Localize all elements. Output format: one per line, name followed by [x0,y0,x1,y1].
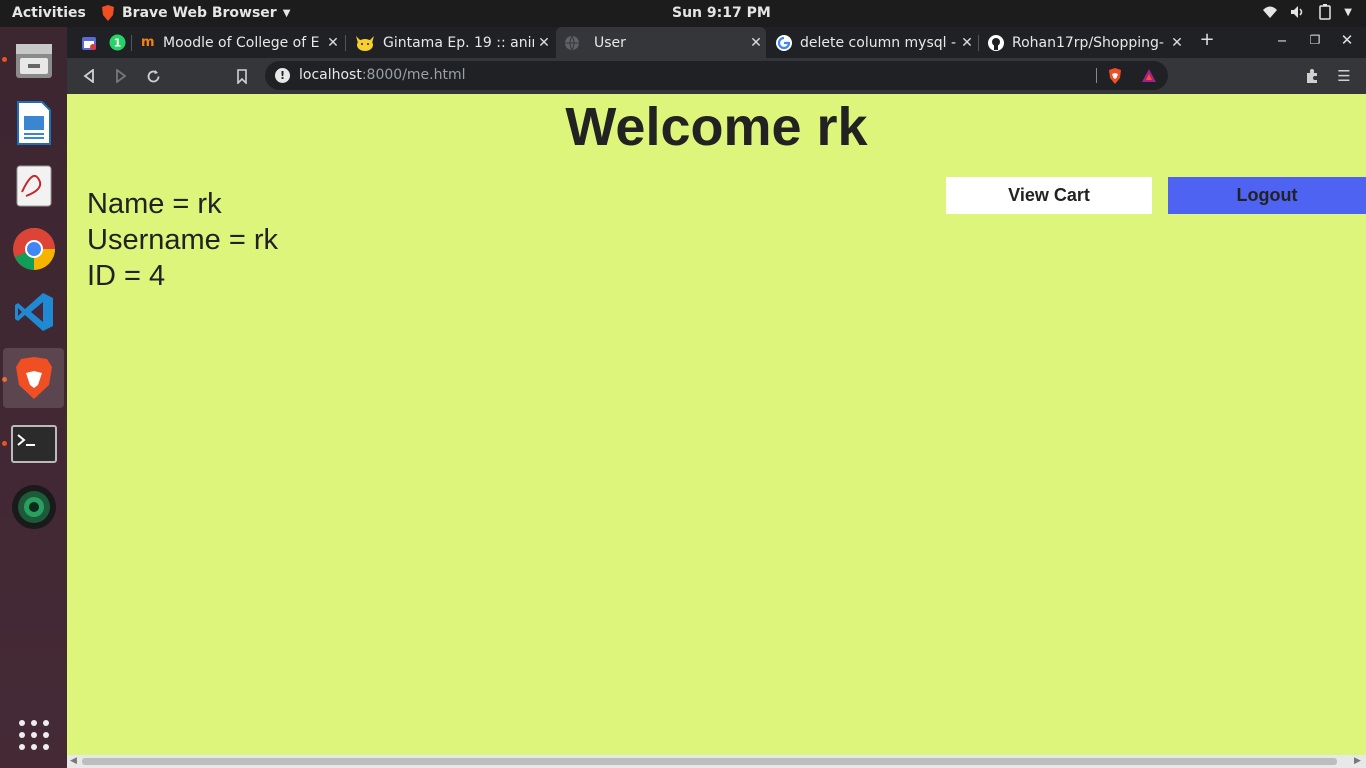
dock-document-viewer[interactable] [3,156,64,216]
camera-icon [11,485,56,529]
clock[interactable]: Sun 9:17 PM [672,5,771,21]
volume-icon [1291,6,1303,18]
url-path: :8000/me.html [361,67,466,83]
dock-vscode[interactable] [3,282,64,342]
app-grid-icon [18,720,49,750]
wifi-icon [1263,6,1278,18]
dock-camera[interactable] [3,477,64,537]
browser-window: 1 m Moodle of College of E ✕ Gintama Ep.… [67,27,1366,768]
files-icon [15,44,52,78]
scrollbar-thumb[interactable] [82,758,1337,765]
tab-pinned-whatsapp[interactable]: 1 [101,27,127,58]
tab-title: Moodle of College of E [163,34,320,51]
close-icon[interactable]: ✕ [746,35,766,51]
browser-toolbar: ! localhost:8000/me.html ☰ [67,58,1366,94]
back-arrow-icon [83,69,94,83]
menu-button[interactable]: ☰ [1332,64,1356,88]
app-menu-label: Brave Web Browser [122,5,277,21]
bookmark-button[interactable] [230,64,254,88]
whatsapp-icon: 1 [109,34,126,51]
address-bar[interactable]: ! localhost:8000/me.html [265,61,1168,90]
puzzle-icon [1306,68,1317,83]
brave-icon [102,5,114,21]
app-menu[interactable]: Brave Web Browser ▼ [100,4,290,22]
close-icon[interactable]: ✕ [957,35,977,51]
pikachu-icon [356,35,374,51]
maximize-button[interactable]: ❐ [1300,33,1330,47]
tab-title: Gintama Ep. 19 :: anime [383,34,534,51]
logout-button[interactable]: Logout [1168,177,1366,214]
hamburger-icon: ☰ [1337,67,1351,85]
moodle-icon: m [141,35,155,50]
bookmark-icon [237,68,247,84]
tab-pinned-calendar[interactable] [73,27,99,58]
tab-title: delete column mysql - G [800,34,957,51]
reload-icon [147,69,159,82]
new-tab-button[interactable]: + [1192,29,1222,50]
scroll-left-arrow-icon[interactable]: ◀ [70,756,77,766]
page-title: Welcome rk [565,97,868,157]
id-line: ID = 4 [87,260,166,292]
globe-icon [565,35,579,51]
vscode-icon [14,293,53,331]
extensions-button[interactable] [1300,64,1324,88]
system-tray[interactable]: ▼ [1262,4,1352,20]
dock [0,27,67,768]
tab-user[interactable]: User ✕ [556,27,766,58]
horizontal-scrollbar[interactable]: ◀ ▶ [67,755,1366,768]
brave-icon [15,357,52,399]
forward-button[interactable] [109,64,133,88]
minimize-button[interactable]: ‒ [1267,31,1297,49]
tab-gintama[interactable]: Gintama Ep. 19 :: anime ✕ [347,27,554,58]
evince-icon [16,165,51,207]
user-info: Name = rk Username = rk ID = 4 [87,186,278,294]
activities-button[interactable]: Activities [12,5,86,21]
dock-files[interactable] [3,30,64,90]
tab-separator [131,35,132,51]
brave-shields-icon[interactable] [1107,67,1123,85]
whatsapp-badge: 1 [114,37,122,50]
tab-title: User [594,34,626,51]
chrome-icon [12,228,55,270]
battery-icon [1319,4,1332,20]
url-text[interactable]: localhost:8000/me.html [299,67,466,83]
reload-button[interactable] [141,64,165,88]
scroll-right-arrow-icon[interactable]: ▶ [1354,756,1361,766]
google-icon [776,34,792,51]
tab-title: Rohan17rp/Shopping- [1012,34,1164,51]
page-viewport: Welcome rk Name = rk Username = rk ID = … [67,94,1366,755]
dock-chrome[interactable] [3,219,64,279]
writer-icon [16,101,51,145]
github-icon [988,34,1004,51]
tab-github[interactable]: Rohan17rp/Shopping- ✕ [980,27,1187,58]
name-line: Name = rk [87,188,222,220]
terminal-icon [10,425,57,463]
dock-terminal[interactable] [3,414,64,474]
tab-separator [345,35,346,51]
dock-show-applications[interactable] [3,705,64,765]
close-icon[interactable]: ✕ [323,35,343,51]
calendar-icon [82,36,96,50]
site-info-icon[interactable]: ! [275,68,290,83]
back-button[interactable] [77,64,101,88]
url-host: localhost [299,67,362,83]
close-icon[interactable]: ✕ [1167,35,1187,51]
divider [1096,68,1097,83]
dock-writer[interactable] [3,93,64,153]
view-cart-button[interactable]: View Cart [946,177,1152,214]
close-icon[interactable]: ✕ [534,35,554,51]
close-window-button[interactable]: ✕ [1332,31,1362,49]
tab-google-search[interactable]: delete column mysql - G ✕ [768,27,977,58]
chevron-down-icon: ▼ [1344,6,1352,18]
chevron-down-icon: ▼ [282,7,291,19]
tab-separator [978,35,979,51]
dock-brave[interactable] [3,348,64,408]
forward-arrow-icon [116,69,127,83]
brave-rewards-icon[interactable] [1141,68,1157,83]
tab-moodle[interactable]: m Moodle of College of E ✕ [133,27,343,58]
username-line: Username = rk [87,224,278,256]
tab-strip: 1 m Moodle of College of E ✕ Gintama Ep.… [67,27,1366,58]
system-top-bar: Activities Brave Web Browser ▼ Sun 9:17 … [0,0,1366,27]
